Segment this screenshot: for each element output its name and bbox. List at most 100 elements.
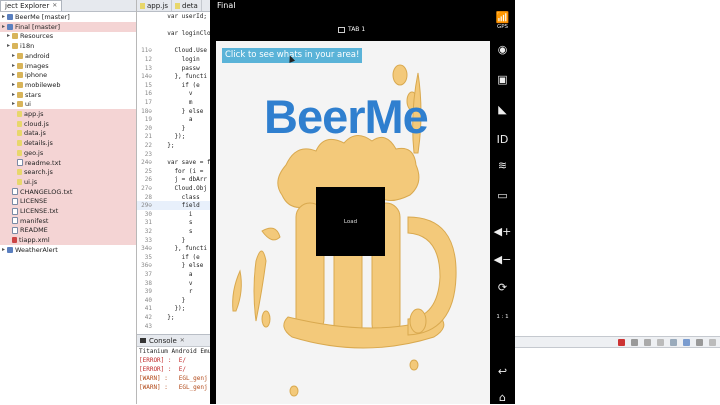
tree-item[interactable]: geo.js (0, 147, 136, 158)
explorer-tab-label: ject Explorer (5, 2, 50, 10)
clear-console-icon[interactable] (644, 338, 651, 346)
code-text: if (e (160, 253, 200, 261)
tree-item[interactable]: ▸ Final [master] (0, 21, 136, 32)
tree-item[interactable]: data.js (0, 128, 136, 139)
tree-item-label: cloud.js (24, 119, 49, 128)
tree-item[interactable]: ▸ android (0, 51, 136, 61)
tree-item-label: stars (25, 90, 41, 99)
tree-item[interactable]: LICENSE (0, 196, 136, 207)
tree-item-label: images (25, 61, 49, 70)
tree-item-label: Resources (20, 32, 54, 41)
tree-item[interactable]: details.js (0, 138, 136, 149)
tree-item[interactable]: ▸ i18n (0, 41, 136, 51)
tree-item[interactable]: ▸ stars (0, 90, 136, 100)
minimize-icon[interactable] (709, 338, 716, 346)
home-control[interactable]: ⌂ (490, 392, 515, 404)
tree-item-label: tiapp.xml (19, 236, 50, 245)
tree-item[interactable]: LICENSE.txt (0, 206, 136, 216)
tree-item[interactable]: manifest (0, 215, 136, 226)
code-text: i (160, 210, 193, 218)
folder-icon (17, 72, 23, 79)
code-text: } (160, 236, 186, 244)
tab-1[interactable]: TAB 1 (338, 26, 365, 33)
sms-control[interactable]: ▭ (490, 190, 515, 202)
id-control[interactable]: ID (490, 134, 515, 146)
tree-item[interactable]: app.js (0, 109, 136, 119)
console-tab[interactable]: Console ✕ (137, 335, 212, 347)
close-icon[interactable]: ✕ (180, 337, 185, 344)
remove-launch-icon[interactable] (631, 338, 638, 346)
console-line: [ERROR] : E/ (139, 357, 186, 364)
code-text: var save = fu (160, 159, 212, 167)
open-console-icon[interactable] (696, 338, 703, 346)
rss-control[interactable]: ≋ (490, 160, 515, 172)
media-control[interactable]: ▣ (490, 74, 515, 86)
tree-item-label: details.js (24, 139, 53, 148)
file-icon (12, 226, 18, 234)
tree-item[interactable]: ▸ images (0, 61, 136, 71)
sms-icon: ▭ (497, 189, 508, 202)
tree-item-label: readme.txt (25, 158, 61, 167)
tree-item[interactable]: ui.js (0, 176, 136, 187)
display-console-icon[interactable] (683, 338, 690, 346)
tree-item[interactable]: readme.txt (0, 157, 136, 168)
pin-console-icon[interactable] (670, 338, 677, 346)
tab-icon (338, 26, 345, 33)
control-label: GPS (496, 24, 509, 30)
editor-tab-app-js[interactable]: app.js (137, 0, 172, 11)
app-title: BeerMe (264, 90, 429, 143)
file-icon (12, 188, 18, 196)
tree-item[interactable]: ▸ iphone (0, 70, 136, 80)
terminate-icon[interactable] (618, 338, 625, 346)
file-icon (17, 111, 22, 117)
rotate-control[interactable]: ⟳ (490, 282, 515, 294)
volume-up-control[interactable]: ◀+ (490, 226, 515, 238)
tree-item[interactable]: README (0, 225, 136, 236)
file-icon (17, 149, 22, 156)
file-icon (17, 130, 22, 137)
network-control[interactable]: ◣ (490, 104, 515, 116)
console-icon (140, 338, 146, 343)
editor-tab-label: app.js (147, 1, 168, 10)
file-icon (12, 207, 18, 215)
code-text: } (160, 124, 186, 132)
gps-control[interactable]: 📶 GPS (490, 12, 515, 31)
close-icon[interactable]: ✕ (52, 1, 57, 11)
line-number: 43 (144, 322, 152, 330)
explorer-tab[interactable]: ject Explorer ✕ (0, 0, 63, 11)
tree-item[interactable]: ▸ BeerMe [master] (0, 12, 136, 22)
back-control[interactable]: ↩ (490, 366, 515, 378)
rss-icon: ≋ (497, 159, 508, 172)
back-icon: ↩ (497, 365, 508, 378)
console-toolbar (515, 336, 720, 348)
tree-item[interactable]: search.js (0, 167, 136, 178)
tree-item[interactable]: cloud.js (0, 118, 136, 129)
scale-control[interactable]: 1 : 1 (490, 314, 515, 320)
tree-item-label: iphone (25, 71, 48, 80)
tree-item-label: ui.js (24, 177, 38, 186)
volume-down-control[interactable]: ◀− (490, 254, 515, 266)
tree-item[interactable]: ▸ WeatherAlert (0, 245, 136, 255)
project-icon (7, 23, 13, 30)
code-area[interactable]: var userId; var loginCloud11⊖ Cloud.Use1… (137, 12, 212, 332)
tree-item[interactable]: tiapp.xml (0, 235, 136, 246)
tree-item[interactable]: ▸ ui (0, 99, 136, 109)
scroll-lock-icon[interactable] (657, 338, 664, 346)
camera-icon: ◉ (497, 43, 508, 56)
tree-item-label: geo.js (24, 148, 44, 157)
folder-icon (17, 101, 23, 108)
camera-control[interactable]: ◉ (490, 44, 515, 56)
tree-item[interactable]: CHANGELOG.txt (0, 186, 136, 197)
editor-tab-details[interactable]: deta (172, 0, 202, 11)
editor-tab-label: deta (182, 1, 198, 10)
js-file-icon (140, 2, 145, 9)
code-text: s (160, 219, 193, 227)
code-text: v (160, 90, 193, 98)
console-tab-label: Console (149, 336, 177, 345)
code-text: Cloud.Obj (160, 185, 207, 192)
tree-item[interactable]: ▸ Resources (0, 31, 136, 41)
control-label: 1 : 1 (496, 314, 509, 320)
folder-icon (17, 91, 23, 98)
tree-item-label: i18n (20, 42, 35, 51)
tree-item[interactable]: ▸ mobileweb (0, 80, 136, 90)
